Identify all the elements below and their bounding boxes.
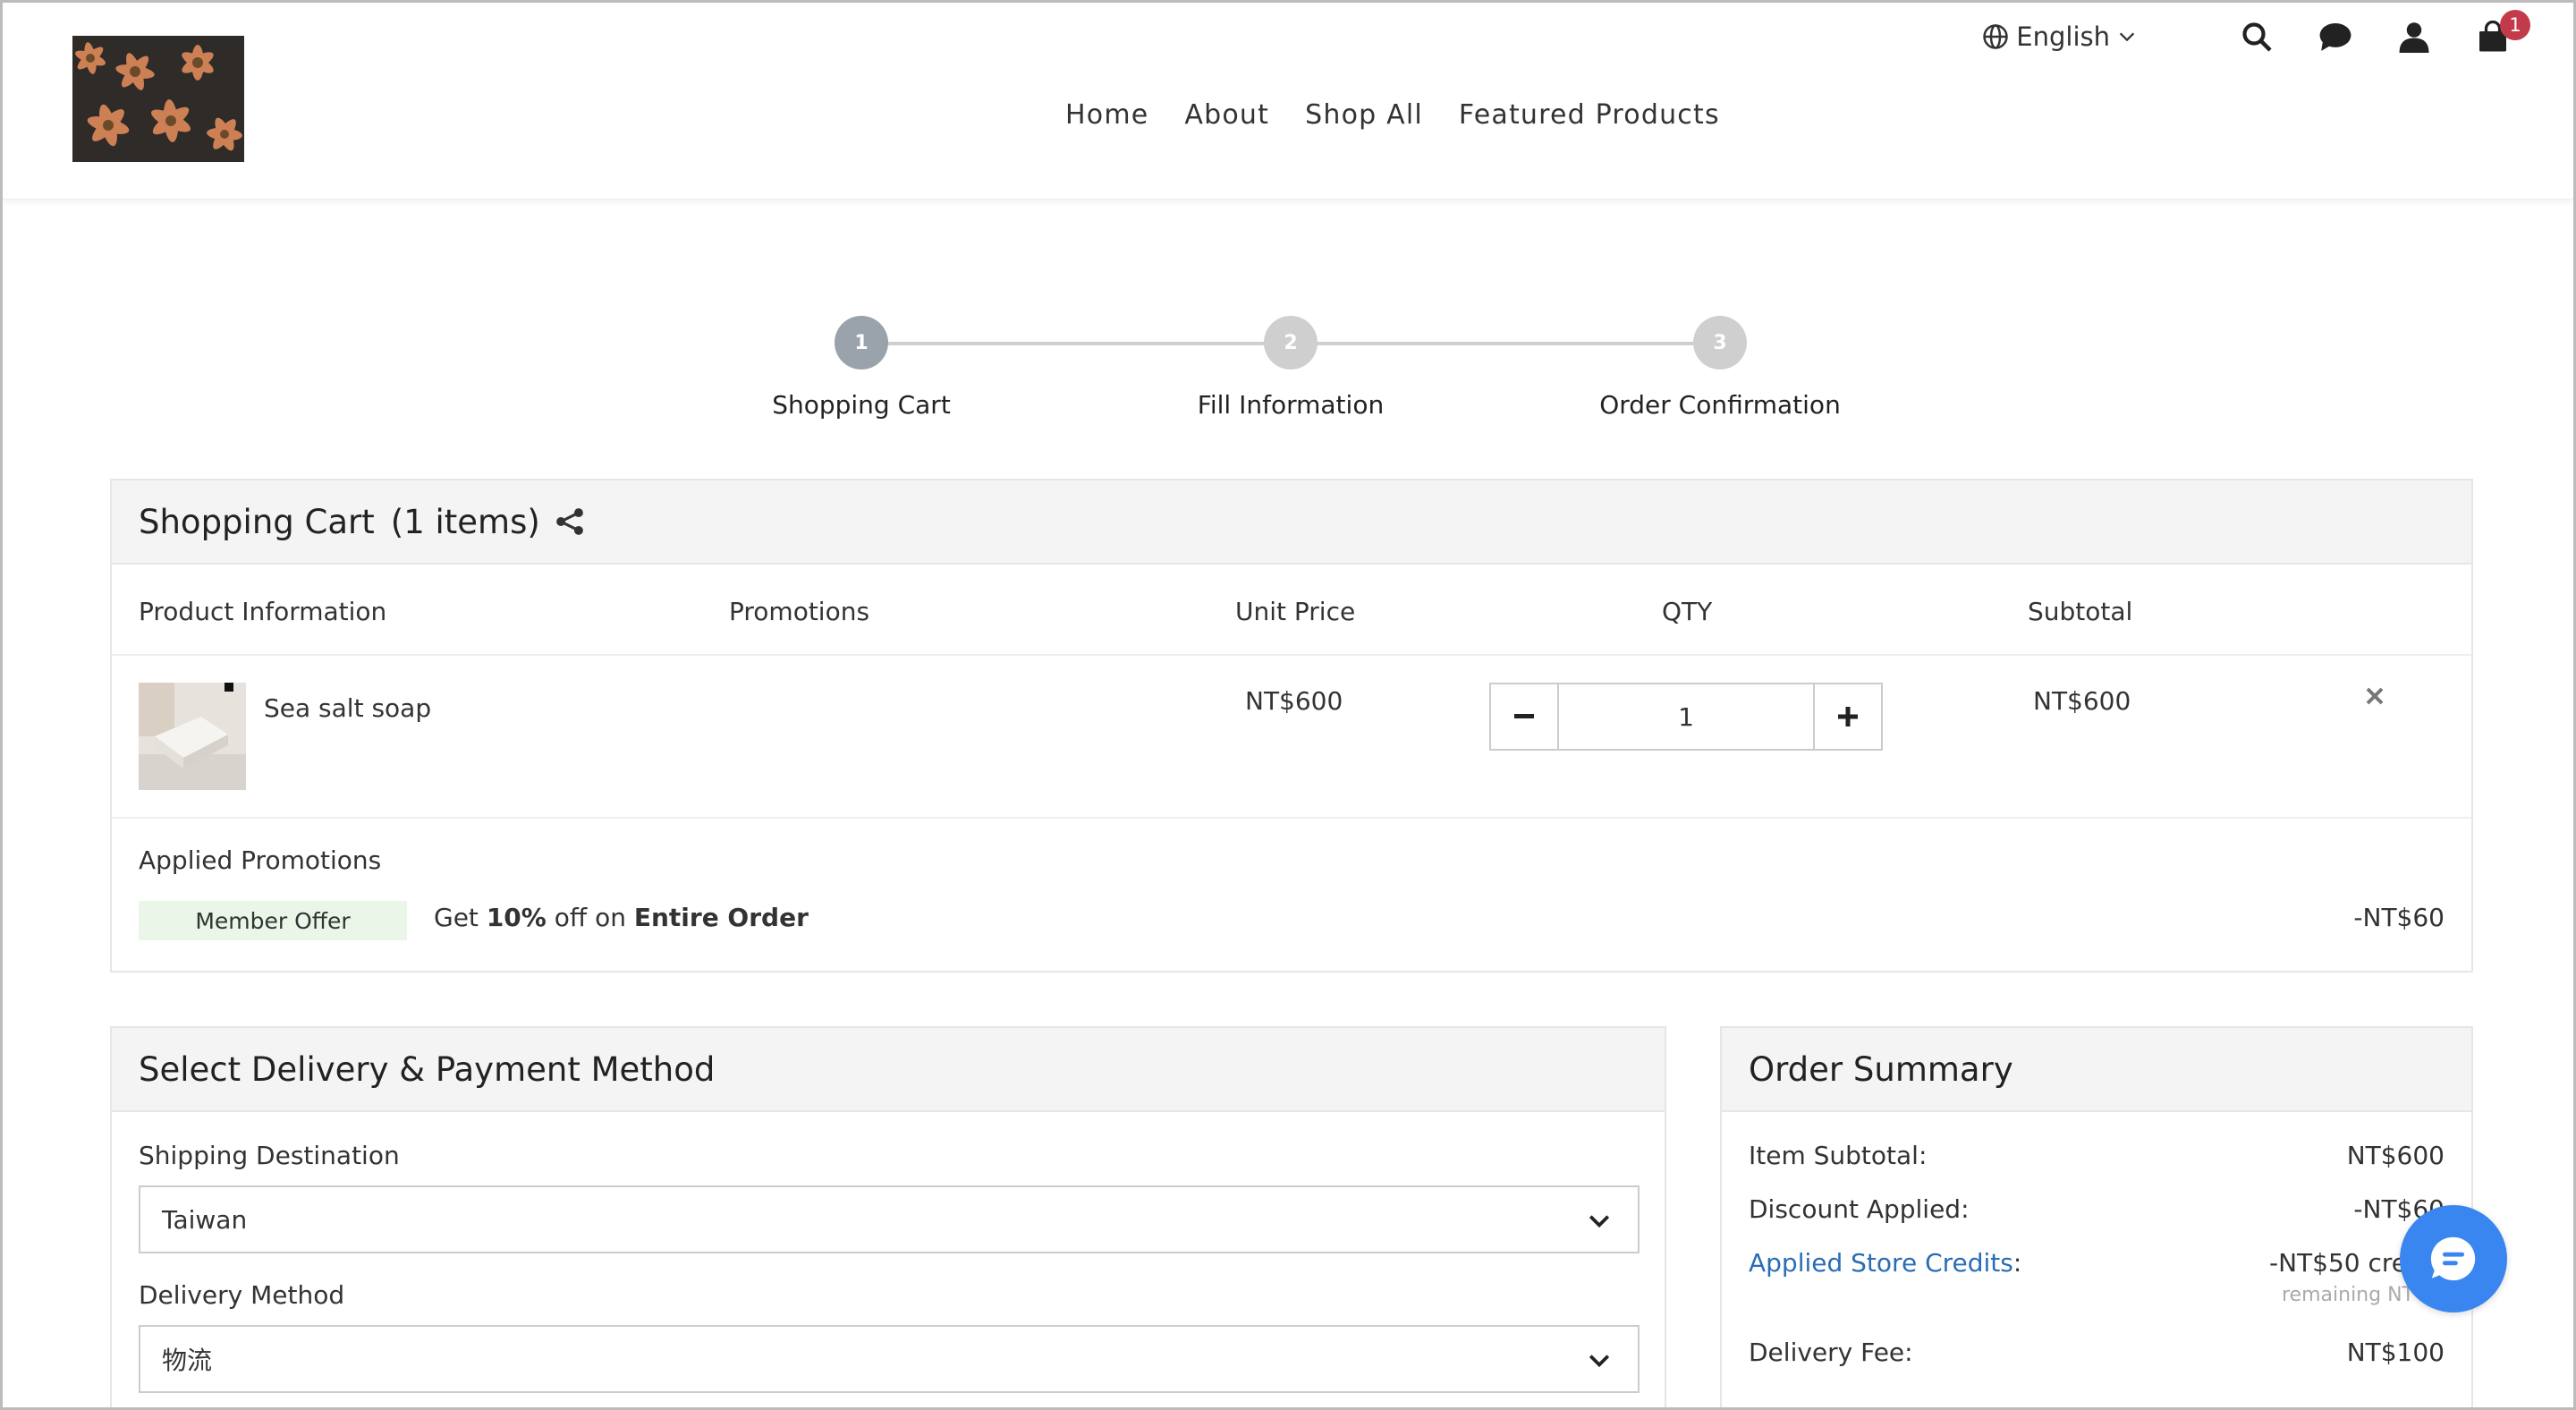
decrease-qty-button[interactable]: [1491, 684, 1557, 749]
step-connector: [1291, 342, 1720, 345]
member-offer-tag: Member Offer: [139, 901, 407, 940]
applied-store-credits-label: Applied Store Credits:: [1749, 1248, 2021, 1278]
cart-button[interactable]: 1: [2475, 10, 2530, 55]
delivery-payment-header: Select Delivery & Payment Method: [112, 1028, 1665, 1112]
nav-home[interactable]: Home: [1065, 99, 1148, 131]
globe-icon: [1983, 24, 2009, 49]
applied-store-credits-value: -NT$50 cre: [2269, 1248, 2408, 1278]
shopping-cart-panel: Shopping Cart (1 items) Product Informat…: [110, 479, 2473, 973]
col-subtotal: Subtotal: [2028, 597, 2133, 626]
step-2-label: Fill Information: [1197, 390, 1385, 420]
increase-qty-button[interactable]: [1815, 684, 1881, 749]
checkout-stepper: 1 2 3 Shopping Cart Fill Information Ord…: [3, 316, 2573, 432]
quantity-input[interactable]: 1: [1557, 684, 1815, 749]
chat-bubble-icon: [2319, 22, 2351, 51]
col-unit-price: Unit Price: [1235, 597, 1356, 626]
applied-store-credits-link[interactable]: Applied Store Credits: [1749, 1248, 2013, 1278]
chevron-down-icon: [1589, 1355, 1610, 1368]
soap-image: [139, 683, 246, 790]
plus-icon: [1838, 707, 1858, 726]
product-thumbnail[interactable]: [139, 683, 246, 790]
site-header: Home About Shop All Featured Products En…: [3, 3, 2573, 200]
col-promotions: Promotions: [729, 597, 870, 626]
delivery-fee-value: NT$100: [2346, 1338, 2445, 1367]
messages-button[interactable]: [2318, 19, 2353, 55]
step-1-circle: 1: [835, 316, 888, 369]
share-icon[interactable]: [555, 506, 585, 537]
language-selector[interactable]: English: [1982, 21, 2137, 52]
promo-text-mid: off on: [546, 903, 634, 932]
applied-promotions-title: Applied Promotions: [139, 845, 382, 875]
cart-column-headers: Product Information Promotions Unit Pric…: [112, 565, 2471, 656]
delivery-method-select[interactable]: 物流: [139, 1325, 1640, 1393]
shipping-destination-select[interactable]: Taiwan: [139, 1185, 1640, 1253]
order-summary-header: Order Summary: [1722, 1028, 2471, 1112]
language-label: English: [2016, 21, 2110, 52]
user-icon: [2399, 22, 2429, 53]
cart-header: Shopping Cart (1 items): [112, 480, 2471, 565]
cart-item-row: Sea salt soap NT$600 1 NT$600: [112, 656, 2471, 819]
delivery-fee-label: Delivery Fee:: [1749, 1338, 1913, 1367]
step-3-circle: 3: [1693, 316, 1747, 369]
header-utilities: English 1: [1982, 10, 2530, 55]
product-name[interactable]: Sea salt soap: [264, 693, 431, 723]
shipping-destination-value: Taiwan: [162, 1204, 248, 1235]
main-nav: Home About Shop All Featured Products: [1065, 99, 1720, 131]
promo-target: Entire Order: [633, 903, 809, 932]
shipping-destination-label: Shipping Destination: [139, 1141, 400, 1170]
flower-logo-image: [72, 36, 244, 162]
col-product-information: Product Information: [139, 597, 387, 626]
live-chat-button[interactable]: [2400, 1205, 2507, 1312]
cart-title: Shopping Cart: [139, 502, 375, 541]
remove-item-icon[interactable]: [2365, 686, 2385, 706]
delivery-payment-title: Select Delivery & Payment Method: [139, 1049, 716, 1089]
remaining-credits-note: remaining NT: [2282, 1284, 2414, 1306]
summary-item-subtotal-value: NT$600: [2346, 1141, 2445, 1170]
order-summary-panel: Order Summary Item Subtotal: NT$600 Disc…: [1720, 1026, 2473, 1407]
nav-featured-products[interactable]: Featured Products: [1459, 99, 1720, 131]
step-connector: [861, 342, 1291, 345]
applied-promotions-section: Applied Promotions Member Offer Get 10% …: [112, 819, 2471, 973]
chevron-down-icon: [1589, 1215, 1610, 1228]
step-2-circle: 2: [1264, 316, 1318, 369]
promotion-amount: -NT$60: [2353, 903, 2445, 932]
search-button[interactable]: [2239, 19, 2275, 55]
cart-item-count: (1 items): [390, 502, 540, 541]
promo-percent: 10%: [486, 903, 547, 932]
promo-text-prefix: Get: [434, 903, 487, 932]
credits-colon: :: [2012, 1248, 2022, 1278]
order-summary-title: Order Summary: [1749, 1049, 2013, 1089]
nav-about[interactable]: About: [1184, 99, 1269, 131]
minus-icon: [1514, 714, 1534, 718]
step-3-label: Order Confirmation: [1599, 390, 1841, 420]
cart-count-badge: 1: [2500, 10, 2530, 40]
discount-applied-label: Discount Applied:: [1749, 1194, 1970, 1224]
unit-price-value: NT$600: [1245, 686, 1343, 716]
store-logo[interactable]: [72, 36, 244, 162]
chat-icon: [2430, 1236, 2476, 1281]
promotion-description: Get 10% off on Entire Order: [434, 903, 809, 932]
chevron-down-icon: [2119, 32, 2135, 42]
delivery-method-value: 物流: [162, 1346, 213, 1375]
col-qty: QTY: [1662, 597, 1713, 626]
search-icon: [2242, 22, 2272, 52]
account-button[interactable]: [2396, 19, 2432, 55]
delivery-method-label: Delivery Method: [139, 1280, 345, 1310]
item-subtotal-value: NT$600: [2033, 686, 2131, 716]
delivery-payment-panel: Select Delivery & Payment Method Shippin…: [110, 1026, 1666, 1407]
nav-shop-all[interactable]: Shop All: [1305, 99, 1423, 131]
item-subtotal-label: Item Subtotal:: [1749, 1141, 1928, 1170]
quantity-stepper: 1: [1489, 683, 1883, 751]
page: Home About Shop All Featured Products En…: [0, 0, 2576, 1410]
step-1-label: Shopping Cart: [772, 390, 951, 420]
